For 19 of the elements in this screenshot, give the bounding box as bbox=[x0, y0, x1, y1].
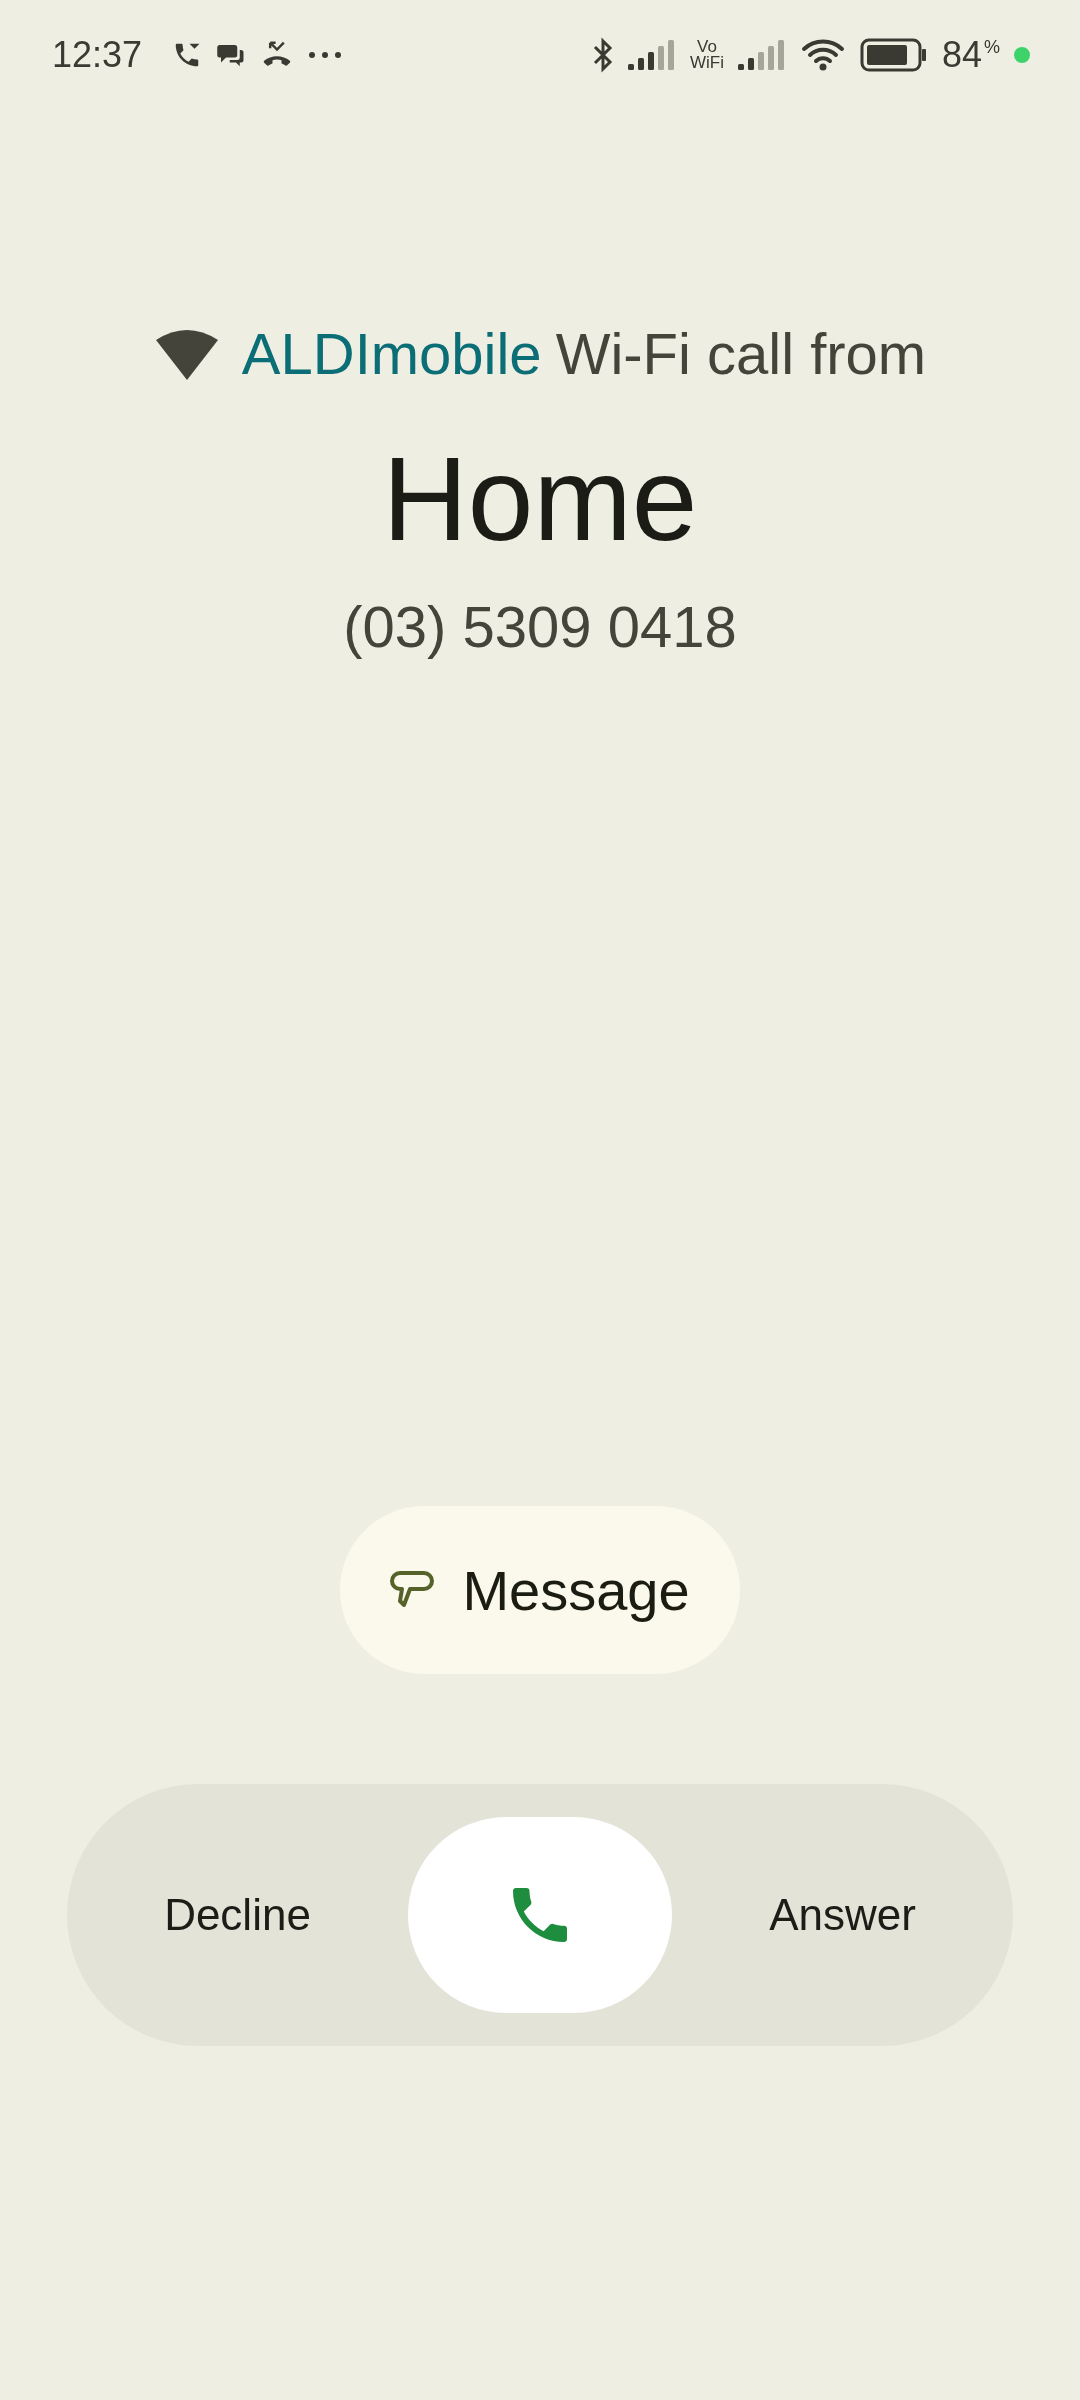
decline-label: Decline bbox=[164, 1890, 311, 1940]
signal-icon bbox=[737, 40, 786, 70]
battery-percentage: 84 bbox=[941, 34, 982, 76]
answer-label: Answer bbox=[769, 1890, 916, 1940]
battery-icon bbox=[859, 38, 928, 72]
more-icon bbox=[308, 51, 343, 59]
caller-name: Home bbox=[382, 432, 698, 567]
clock: 12:37 bbox=[52, 34, 143, 76]
percent-sign: % bbox=[984, 37, 1000, 58]
carrier-name: ALDImobile bbox=[241, 320, 542, 387]
privacy-indicator-icon bbox=[1014, 47, 1030, 63]
bluetooth-icon bbox=[591, 37, 614, 73]
wifi-icon bbox=[799, 37, 846, 73]
phone-number: (03) 5309 0418 bbox=[343, 593, 737, 660]
vowifi-label: Vo WiFi bbox=[689, 38, 724, 72]
signal-icon bbox=[627, 40, 676, 70]
call-type-text: Wi-Fi call from bbox=[555, 320, 927, 387]
message-button[interactable]: Message bbox=[340, 1506, 740, 1674]
wifi-icon bbox=[153, 327, 220, 380]
